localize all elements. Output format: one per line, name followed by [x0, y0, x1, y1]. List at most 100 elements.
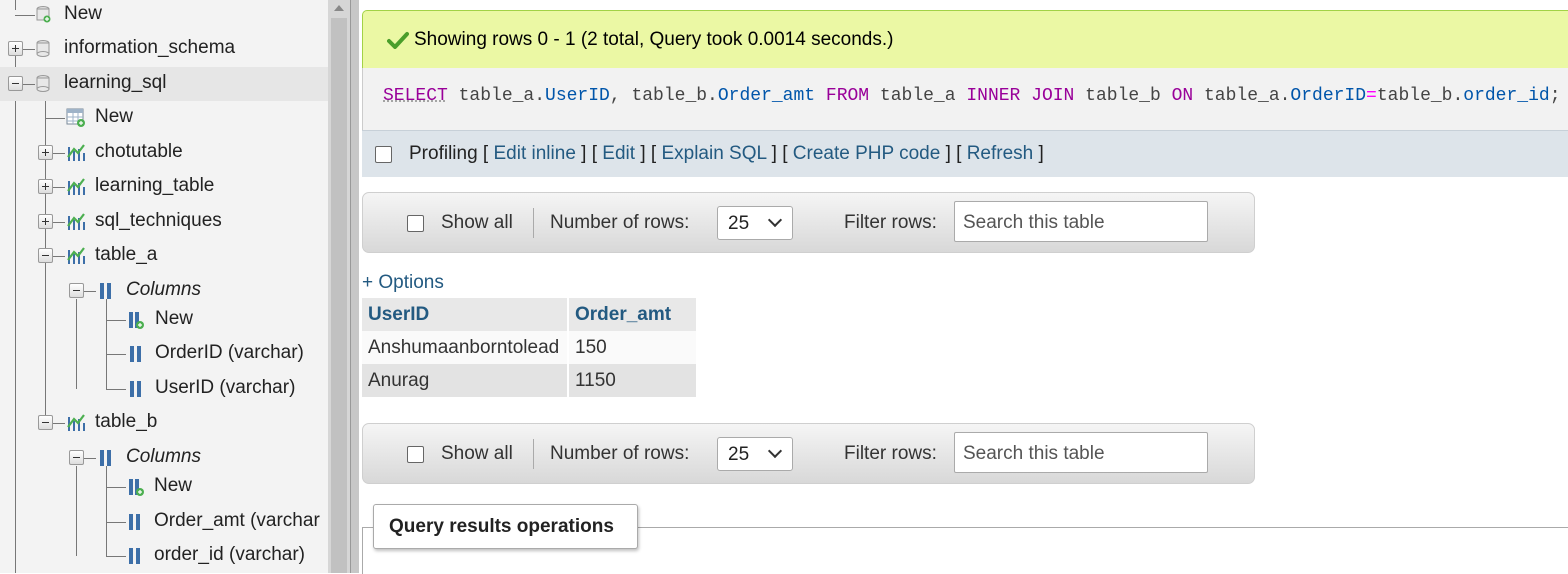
- sql-token: UserID: [545, 86, 610, 106]
- number-of-rows-select[interactable]: 25: [717, 206, 793, 240]
- separator: [533, 208, 534, 238]
- filter-rows-input[interactable]: Search this table: [954, 201, 1208, 242]
- table-icon: [67, 178, 85, 195]
- nav-item-column-userid[interactable]: UserID (varchar): [0, 372, 328, 406]
- database-icon: [36, 40, 50, 57]
- nav-item-table-a-new-column[interactable]: New: [0, 303, 328, 337]
- nav-item-label: Order_amt (varchar: [154, 510, 320, 531]
- nav-item-new-table[interactable]: New: [0, 101, 328, 135]
- nav-item-chotutable[interactable]: chotutable: [0, 136, 328, 170]
- query-results-operations-title: Query results operations: [389, 516, 614, 537]
- table-icon: [67, 144, 85, 161]
- database-icon: [36, 75, 50, 92]
- nav-item-column-orderid[interactable]: OrderID (varchar): [0, 337, 328, 371]
- number-of-rows-value: 25: [728, 444, 750, 465]
- nav-item-label: sql_techniques: [95, 210, 222, 231]
- navigation-panel: New information_schema learning_sql New …: [0, 0, 328, 573]
- nav-item-label: table_b: [95, 411, 158, 432]
- create-php-code-link[interactable]: Create PHP code: [793, 143, 941, 164]
- nav-item-column-order-amt[interactable]: Order_amt (varchar: [0, 505, 328, 539]
- sql-token: order_id: [1463, 86, 1550, 106]
- success-message: Showing rows 0 - 1 (2 total, Query took …: [414, 29, 894, 50]
- table-row[interactable]: Anshumaanborntolead 150: [362, 331, 698, 364]
- collapse-icon[interactable]: [38, 248, 53, 263]
- collapse-icon[interactable]: [38, 415, 53, 430]
- nav-item-table-b[interactable]: table_b: [0, 406, 328, 440]
- filter-rows-input[interactable]: Search this table: [954, 432, 1208, 473]
- expand-icon[interactable]: [8, 41, 23, 56]
- expand-icon[interactable]: [38, 214, 53, 229]
- profiling-label: Profiling: [409, 143, 478, 164]
- nav-item-table-b-new-column[interactable]: New: [0, 470, 328, 504]
- nav-item-label: OrderID (varchar): [155, 342, 304, 363]
- table-icon: [67, 414, 85, 431]
- table-cell: Anshumaanborntolead: [362, 331, 569, 364]
- table-header-row: UserID Order_amt: [362, 298, 698, 331]
- column-header-userid[interactable]: UserID: [362, 298, 569, 331]
- sql-token: table_a.: [1193, 86, 1291, 106]
- sql-token: ;: [1549, 86, 1561, 106]
- refresh-link[interactable]: Refresh: [967, 143, 1034, 164]
- explain-sql-link[interactable]: Explain SQL: [661, 143, 766, 164]
- collapse-icon[interactable]: [69, 283, 84, 298]
- filter-rows-label: Filter rows:: [844, 443, 937, 464]
- profiling-links: Profiling [ Edit inline ] [ Edit ] [ Exp…: [409, 143, 1044, 164]
- table-row[interactable]: Anurag 1150: [362, 364, 698, 397]
- query-results-operations-legend: Query results operations: [373, 504, 638, 549]
- expand-icon[interactable]: [38, 145, 53, 160]
- show-all-checkbox[interactable]: [407, 446, 424, 463]
- profiling-bar: Profiling [ Edit inline ] [ Edit ] [ Exp…: [362, 130, 1568, 177]
- chevron-down-icon: [767, 443, 783, 459]
- collapse-icon[interactable]: [69, 450, 84, 465]
- chevron-down-icon: [767, 212, 783, 228]
- new-database-icon: [36, 6, 51, 23]
- show-all-checkbox[interactable]: [407, 215, 424, 232]
- sql-query-text: SELECT table_a.UserID, table_b.Order_amt…: [383, 86, 1561, 106]
- options-link[interactable]: + Options: [362, 272, 444, 294]
- nav-item-label: New: [95, 106, 134, 127]
- sql-token: table_a.: [447, 86, 546, 106]
- table-cell: Anurag: [362, 364, 569, 397]
- nav-item-information-schema[interactable]: information_schema: [0, 32, 328, 66]
- show-all-label[interactable]: Show all: [441, 212, 513, 234]
- table-navigation-bar-bottom: Show all Number of rows: 25 Filter rows:…: [362, 423, 1255, 484]
- nav-item-learning-table[interactable]: learning_table: [0, 170, 328, 204]
- collapse-icon[interactable]: [8, 76, 23, 91]
- table-navigation-bar-top: Show all Number of rows: 25 Filter rows:…: [362, 192, 1255, 253]
- nav-item-label: learning_sql: [64, 72, 167, 93]
- navigation-scrollbar[interactable]: [328, 0, 350, 573]
- panel-resize-handle[interactable]: [350, 0, 359, 573]
- nav-item-label: UserID (varchar): [155, 377, 296, 398]
- results-table: UserID Order_amt Anshumaanborntolead 150…: [362, 298, 698, 397]
- nav-item-new-database[interactable]: New: [0, 0, 328, 32]
- checkmark-icon: [387, 32, 409, 49]
- column-icon: [129, 514, 140, 530]
- edit-link[interactable]: Edit: [602, 143, 635, 164]
- scroll-up-icon[interactable]: [334, 5, 344, 11]
- number-of-rows-select[interactable]: 25: [717, 437, 793, 471]
- new-table-icon: [66, 108, 85, 127]
- success-message-box: Showing rows 0 - 1 (2 total, Query took …: [362, 10, 1568, 70]
- columns-icon: [100, 450, 111, 466]
- profiling-checkbox[interactable]: [375, 146, 392, 163]
- nav-item-table-a[interactable]: table_a: [0, 239, 328, 273]
- scrollbar-thumb[interactable]: [331, 18, 347, 573]
- nav-item-label: learning_table: [95, 175, 215, 196]
- sql-token: Order_amt: [717, 86, 816, 106]
- expand-icon[interactable]: [38, 179, 53, 194]
- show-all-label[interactable]: Show all: [441, 443, 513, 465]
- sql-token: ON: [1171, 86, 1194, 106]
- number-of-rows-value: 25: [728, 213, 750, 234]
- sql-token: table_b: [1074, 86, 1172, 106]
- nav-item-sql-techniques[interactable]: sql_techniques: [0, 205, 328, 239]
- sql-token: OrderID: [1290, 86, 1367, 106]
- edit-inline-link[interactable]: Edit inline: [494, 143, 576, 164]
- table-icon: [67, 247, 85, 264]
- nav-item-learning-sql[interactable]: learning_sql: [0, 67, 328, 101]
- filter-rows-label: Filter rows:: [844, 212, 937, 233]
- nav-item-label: New: [154, 475, 193, 496]
- column-header-order-amt[interactable]: Order_amt: [568, 298, 698, 331]
- nav-item-label: information_schema: [64, 37, 236, 58]
- nav-item-column-order-id[interactable]: order_id (varchar): [0, 539, 328, 573]
